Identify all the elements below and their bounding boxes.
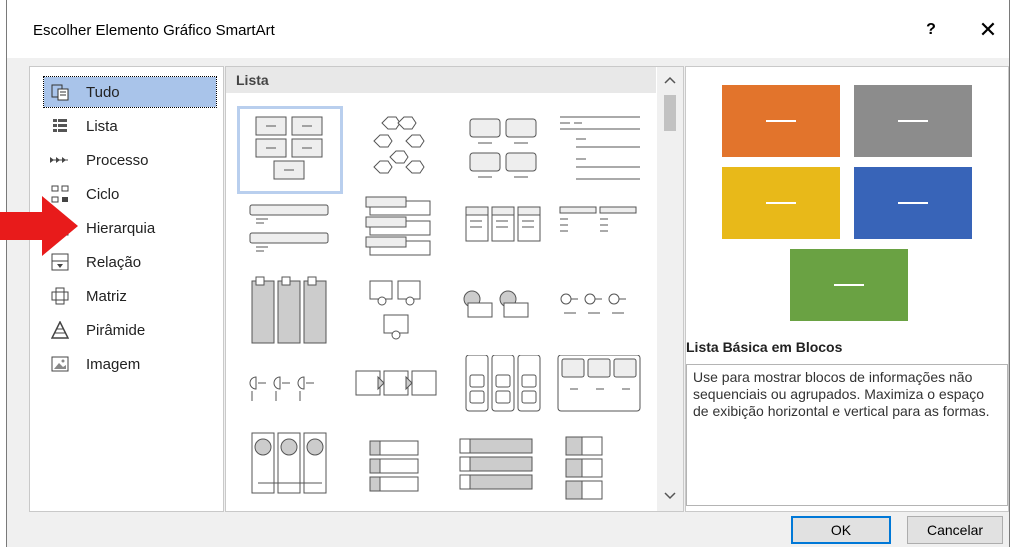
layout-alternating-blocks[interactable]: [456, 111, 552, 189]
dialog-title: Escolher Elemento Gráfico SmartArt: [33, 22, 275, 39]
category-label: Processo: [86, 151, 149, 169]
preview-block-gray: [854, 85, 972, 157]
preview-panel: Lista Básica em Blocos Use para mostrar …: [685, 66, 1009, 512]
preview-title: Lista Básica em Blocos: [686, 339, 843, 355]
preview-block-yellow: [722, 167, 840, 239]
layout-half-circle-list[interactable]: [242, 355, 338, 433]
title-bar: Escolher Elemento Gráfico SmartArt ? ✕: [7, 0, 1009, 58]
all-icon: [50, 82, 70, 102]
layout-square-accent-list[interactable]: [556, 193, 652, 271]
preview-block-orange: [722, 85, 840, 157]
category-label: Lista: [86, 117, 118, 135]
category-label: Hierarquia: [86, 219, 156, 237]
layout-gallery: Lista: [225, 66, 684, 512]
category-list: Tudo Lista Processo Ciclo Hierarquia Rel…: [29, 66, 224, 512]
gallery-section-header: Lista: [226, 67, 656, 93]
category-label: Imagem: [86, 355, 141, 373]
picture-icon: [50, 354, 70, 374]
category-label: Matriz: [86, 287, 127, 305]
layout-hexagon-cluster[interactable]: [352, 111, 448, 189]
layout-chevron-blocks[interactable]: [352, 355, 448, 433]
preview-block-blue: [854, 167, 972, 239]
layout-circle-arrow-list[interactable]: [242, 431, 338, 509]
category-label: Ciclo: [86, 185, 120, 203]
scroll-up-icon[interactable]: [664, 73, 676, 87]
category-matrix[interactable]: Matriz: [44, 281, 216, 311]
category-list-item[interactable]: Lista: [44, 111, 216, 141]
cancel-button[interactable]: Cancelar: [907, 516, 1003, 544]
category-process[interactable]: Processo: [44, 145, 216, 175]
layout-stacked-bars[interactable]: [242, 275, 338, 353]
layout-grouped-list[interactable]: [556, 354, 652, 433]
layout-table-list[interactable]: [456, 431, 552, 509]
layout-stacked-list[interactable]: [352, 193, 448, 271]
category-label: Relação: [86, 253, 142, 271]
list-icon: [50, 116, 70, 136]
layout-vertical-box-list[interactable]: [456, 354, 552, 433]
category-label: Pirâmide: [86, 321, 146, 339]
preview-description: Use para mostrar blocos de informações n…: [686, 364, 1008, 506]
layout-basic-block-list[interactable]: [237, 106, 343, 194]
layout-lined-list[interactable]: [556, 111, 652, 189]
process-icon: [50, 150, 70, 170]
layout-pyramid-list[interactable]: [352, 275, 448, 353]
matrix-icon: [50, 286, 70, 306]
category-picture[interactable]: Imagem: [44, 349, 216, 379]
category-all[interactable]: Tudo: [43, 76, 217, 108]
pyramid-icon: [50, 320, 70, 340]
layout-circle-accent-list[interactable]: [456, 275, 552, 353]
preview-block-green: [790, 249, 908, 321]
category-label: Tudo: [86, 83, 120, 101]
layout-horizontal-bullet-list[interactable]: [456, 193, 552, 271]
smartart-dialog: Escolher Elemento Gráfico SmartArt ? ✕ T…: [6, 0, 1010, 547]
red-arrow-annotation: [0, 196, 78, 256]
category-pyramid[interactable]: Pirâmide: [44, 315, 216, 345]
layout-circle-line-list[interactable]: [556, 275, 652, 353]
help-button[interactable]: ?: [917, 14, 945, 46]
gallery-scrollbar[interactable]: [657, 67, 683, 511]
layout-vertical-bullet-list[interactable]: [242, 193, 338, 271]
gallery-section-title: Lista: [236, 72, 269, 88]
scroll-thumb[interactable]: [664, 95, 676, 131]
layout-tab-list[interactable]: [352, 431, 448, 509]
ok-button[interactable]: OK: [791, 516, 891, 544]
scroll-down-icon[interactable]: [664, 489, 676, 503]
close-button[interactable]: ✕: [971, 14, 1005, 46]
layout-pillar-list[interactable]: [556, 431, 652, 509]
